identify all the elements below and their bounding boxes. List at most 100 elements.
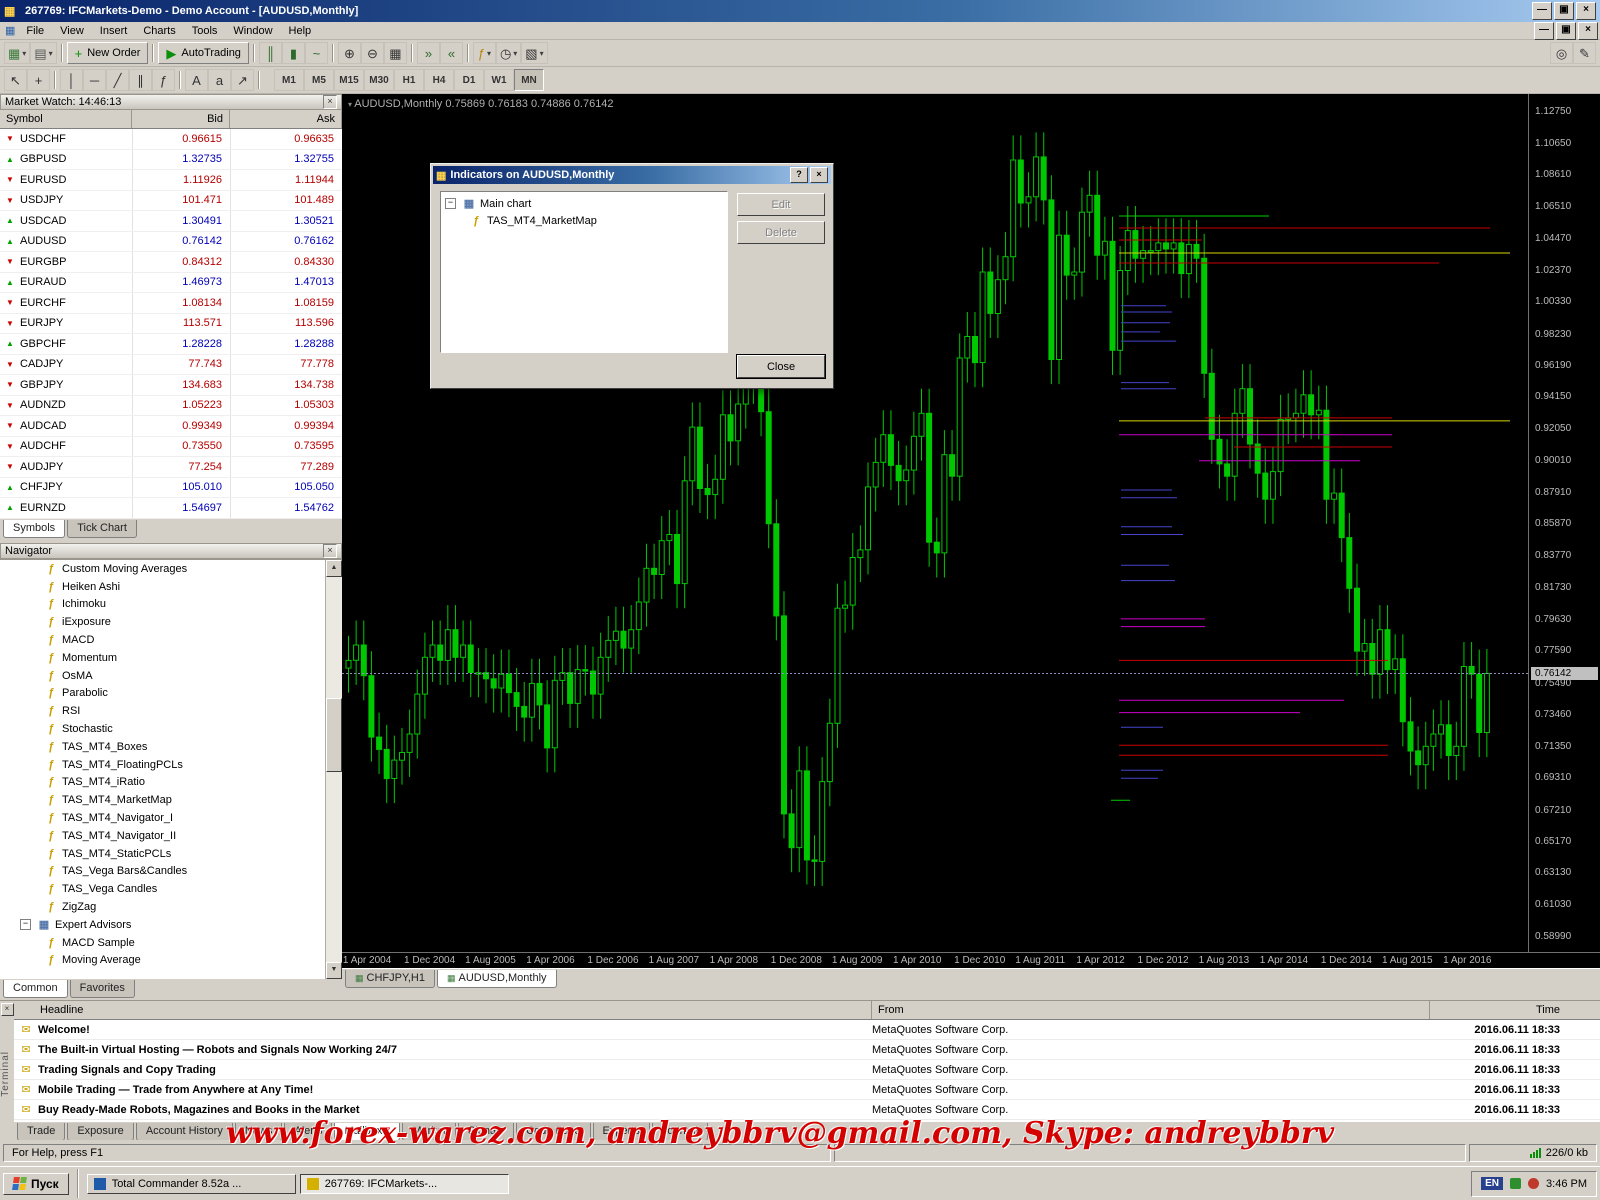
market-watch-row[interactable]: ▼EURUSD1.119261.11944 (0, 170, 342, 191)
close-button[interactable]: Close (737, 355, 825, 378)
market-watch-row[interactable]: ▼EURCHF1.081341.08159 (0, 293, 342, 314)
menu-help[interactable]: Help (281, 23, 320, 39)
market-watch-row[interactable]: ▲AUDUSD0.761420.76162 (0, 232, 342, 253)
terminal-tab-market[interactable]: Market (402, 1123, 456, 1141)
market-watch-row[interactable]: ▲GBPUSD1.327351.32755 (0, 150, 342, 171)
tab-symbols[interactable]: Symbols (3, 520, 65, 538)
navigator-item[interactable]: ƒMACD (0, 631, 342, 649)
dialog-title-bar[interactable]: ▦ Indicators on AUDUSD,Monthly ? × (433, 166, 831, 184)
navigator-item[interactable]: ƒiExposure (0, 613, 342, 631)
text-button[interactable]: A (185, 69, 208, 91)
candlestick-mode-button[interactable]: ▮ (282, 42, 305, 64)
bar-chart-mode-button[interactable]: ║ (259, 42, 282, 64)
navigator-item[interactable]: ƒCustom Moving Averages (0, 560, 342, 578)
timeframe-m15[interactable]: M15 (334, 69, 364, 91)
menu-file[interactable]: File (18, 23, 52, 39)
zoom-in-button[interactable]: ⊕ (338, 42, 361, 64)
terminal-tab-alerts[interactable]: Alerts (284, 1123, 332, 1141)
price-axis[interactable]: 0.76142 1.127501.106501.086101.065101.04… (1528, 94, 1600, 952)
navigator-item[interactable]: ƒParabolic (0, 685, 342, 703)
arrow-objects-button[interactable]: ↗ (231, 69, 254, 91)
market-watch-row[interactable]: ▼EURGBP0.843120.84330 (0, 252, 342, 273)
tree-node-indicator[interactable]: ƒ TAS_MT4_MarketMap (445, 212, 723, 229)
navigator-item[interactable]: ƒTAS_MT4_Boxes (0, 738, 342, 756)
navigator-item[interactable]: ƒStochastic (0, 720, 342, 738)
navigator-item[interactable]: ƒTAS_MT4_iRatio (0, 774, 342, 792)
mail-row[interactable]: ✉The Built-in Virtual Hosting — Robots a… (14, 1040, 1600, 1060)
navigator-item[interactable]: ƒMoving Average (0, 952, 342, 970)
terminal-tab-signals[interactable]: Signals (458, 1123, 514, 1141)
market-watch-row[interactable]: ▼CADJPY77.74377.778 (0, 355, 342, 376)
navigator-item[interactable]: ƒTAS_MT4_Navigator_I (0, 809, 342, 827)
navigator-close-icon[interactable]: × (323, 544, 337, 558)
terminal-tab-experts[interactable]: Experts (593, 1123, 650, 1141)
scroll-down-icon[interactable]: ▼ (326, 962, 342, 979)
market-watch-row[interactable]: ▼USDJPY101.471101.489 (0, 191, 342, 212)
market-watch-row[interactable]: ▼AUDJPY77.25477.289 (0, 457, 342, 478)
mail-row[interactable]: ✉Mobile Trading — Trade from Anywhere at… (14, 1080, 1600, 1100)
vertical-line-button[interactable]: │ (60, 69, 83, 91)
market-watch-row[interactable]: ▲EURNZD1.546971.54762 (0, 498, 342, 519)
terminal-tab-news[interactable]: News (235, 1123, 283, 1141)
tab-favorites[interactable]: Favorites (70, 980, 135, 998)
navigator-item[interactable]: ƒTAS_Vega Candles (0, 880, 342, 898)
cursor-button[interactable]: ↖ (4, 69, 27, 91)
timeframe-h4[interactable]: H4 (424, 69, 454, 91)
menu-tools[interactable]: Tools (184, 23, 226, 39)
taskbar-button[interactable]: 267769: IFCMarkets-... (300, 1174, 509, 1194)
tab-common[interactable]: Common (3, 980, 68, 998)
chart-window-icon[interactable]: ▦ (5, 24, 15, 37)
horizontal-line-button[interactable]: ─ (83, 69, 106, 91)
chart-tab-audusd-monthly[interactable]: ▦AUDUSD,Monthly (437, 970, 557, 988)
column-symbol[interactable]: Symbol (0, 110, 132, 128)
time-axis[interactable]: 1 Apr 20041 Dec 20041 Aug 20051 Apr 2006… (342, 952, 1600, 969)
timeframe-m30[interactable]: M30 (364, 69, 394, 91)
column-headline[interactable]: Headline (14, 1001, 872, 1019)
restore-button[interactable]: ▣ (1554, 2, 1574, 20)
profiles-button[interactable]: ▤▾ (30, 42, 56, 64)
terminal-tab-exposure[interactable]: Exposure (67, 1123, 133, 1141)
terminal-close-icon[interactable]: × (1, 1003, 14, 1016)
market-watch-row[interactable]: ▲CHFJPY105.010105.050 (0, 478, 342, 499)
market-watch-row[interactable]: ▲USDCAD1.304911.30521 (0, 211, 342, 232)
terminal-tab-code-base[interactable]: Code Base (516, 1123, 590, 1141)
navigator-item[interactable]: ƒRSI (0, 702, 342, 720)
tile-windows-button[interactable]: ▦ (384, 42, 407, 64)
equidistant-channel-button[interactable]: ∥ (129, 69, 152, 91)
market-watch-row[interactable]: ▼AUDCAD0.993490.99394 (0, 416, 342, 437)
chart-restore-button[interactable]: ▣ (1556, 22, 1576, 40)
timeframe-d1[interactable]: D1 (454, 69, 484, 91)
chart-close-button[interactable]: × (1578, 22, 1598, 40)
navigator-item[interactable]: ƒZigZag (0, 898, 342, 916)
auto-scroll-button[interactable]: » (417, 42, 440, 64)
timeframe-w1[interactable]: W1 (484, 69, 514, 91)
navigator-item[interactable]: ƒTAS_MT4_Navigator_II (0, 827, 342, 845)
autotrading-button[interactable]: ▶AutoTrading (158, 42, 249, 64)
taskbar-button[interactable]: Total Commander 8.52a ... (87, 1174, 296, 1194)
menu-view[interactable]: View (52, 23, 92, 39)
edit-button[interactable]: Edit (737, 193, 825, 216)
terminal-tab-journal[interactable]: Journal (652, 1123, 708, 1141)
market-watch-row[interactable]: ▼USDCHF0.966150.96635 (0, 129, 342, 150)
chart-minimize-button[interactable]: — (1534, 22, 1554, 40)
column-ask[interactable]: Ask (230, 110, 342, 128)
scrollbar-thumb[interactable] (326, 698, 342, 772)
market-watch-row[interactable]: ▲GBPCHF1.282281.28288 (0, 334, 342, 355)
start-button[interactable]: Пуск (3, 1173, 69, 1195)
navigator-item[interactable]: ƒHeiken Ashi (0, 578, 342, 596)
delete-button[interactable]: Delete (737, 221, 825, 244)
search-button[interactable]: ◎ (1550, 42, 1573, 64)
dialog-close-icon[interactable]: × (810, 167, 828, 183)
trendline-button[interactable]: ╱ (106, 69, 129, 91)
mail-row[interactable]: ✉Welcome!MetaQuotes Software Corp.2016.0… (14, 1020, 1600, 1040)
timeframe-h1[interactable]: H1 (394, 69, 424, 91)
mail-row[interactable]: ✉Buy Ready-Made Robots, Magazines and Bo… (14, 1100, 1600, 1120)
terminal-tab-trade[interactable]: Trade (17, 1123, 65, 1141)
tree-node-main-chart[interactable]: − ▦ Main chart (445, 195, 723, 212)
tray-icon-green[interactable] (1510, 1178, 1521, 1189)
tray-icon-red[interactable] (1528, 1178, 1539, 1189)
market-watch-row[interactable]: ▼GBPJPY134.683134.738 (0, 375, 342, 396)
periods-button[interactable]: ◷▾ (496, 42, 521, 64)
new-order-button[interactable]: +New Order (67, 42, 149, 64)
navigator-item[interactable]: ƒMACD Sample (0, 934, 342, 952)
